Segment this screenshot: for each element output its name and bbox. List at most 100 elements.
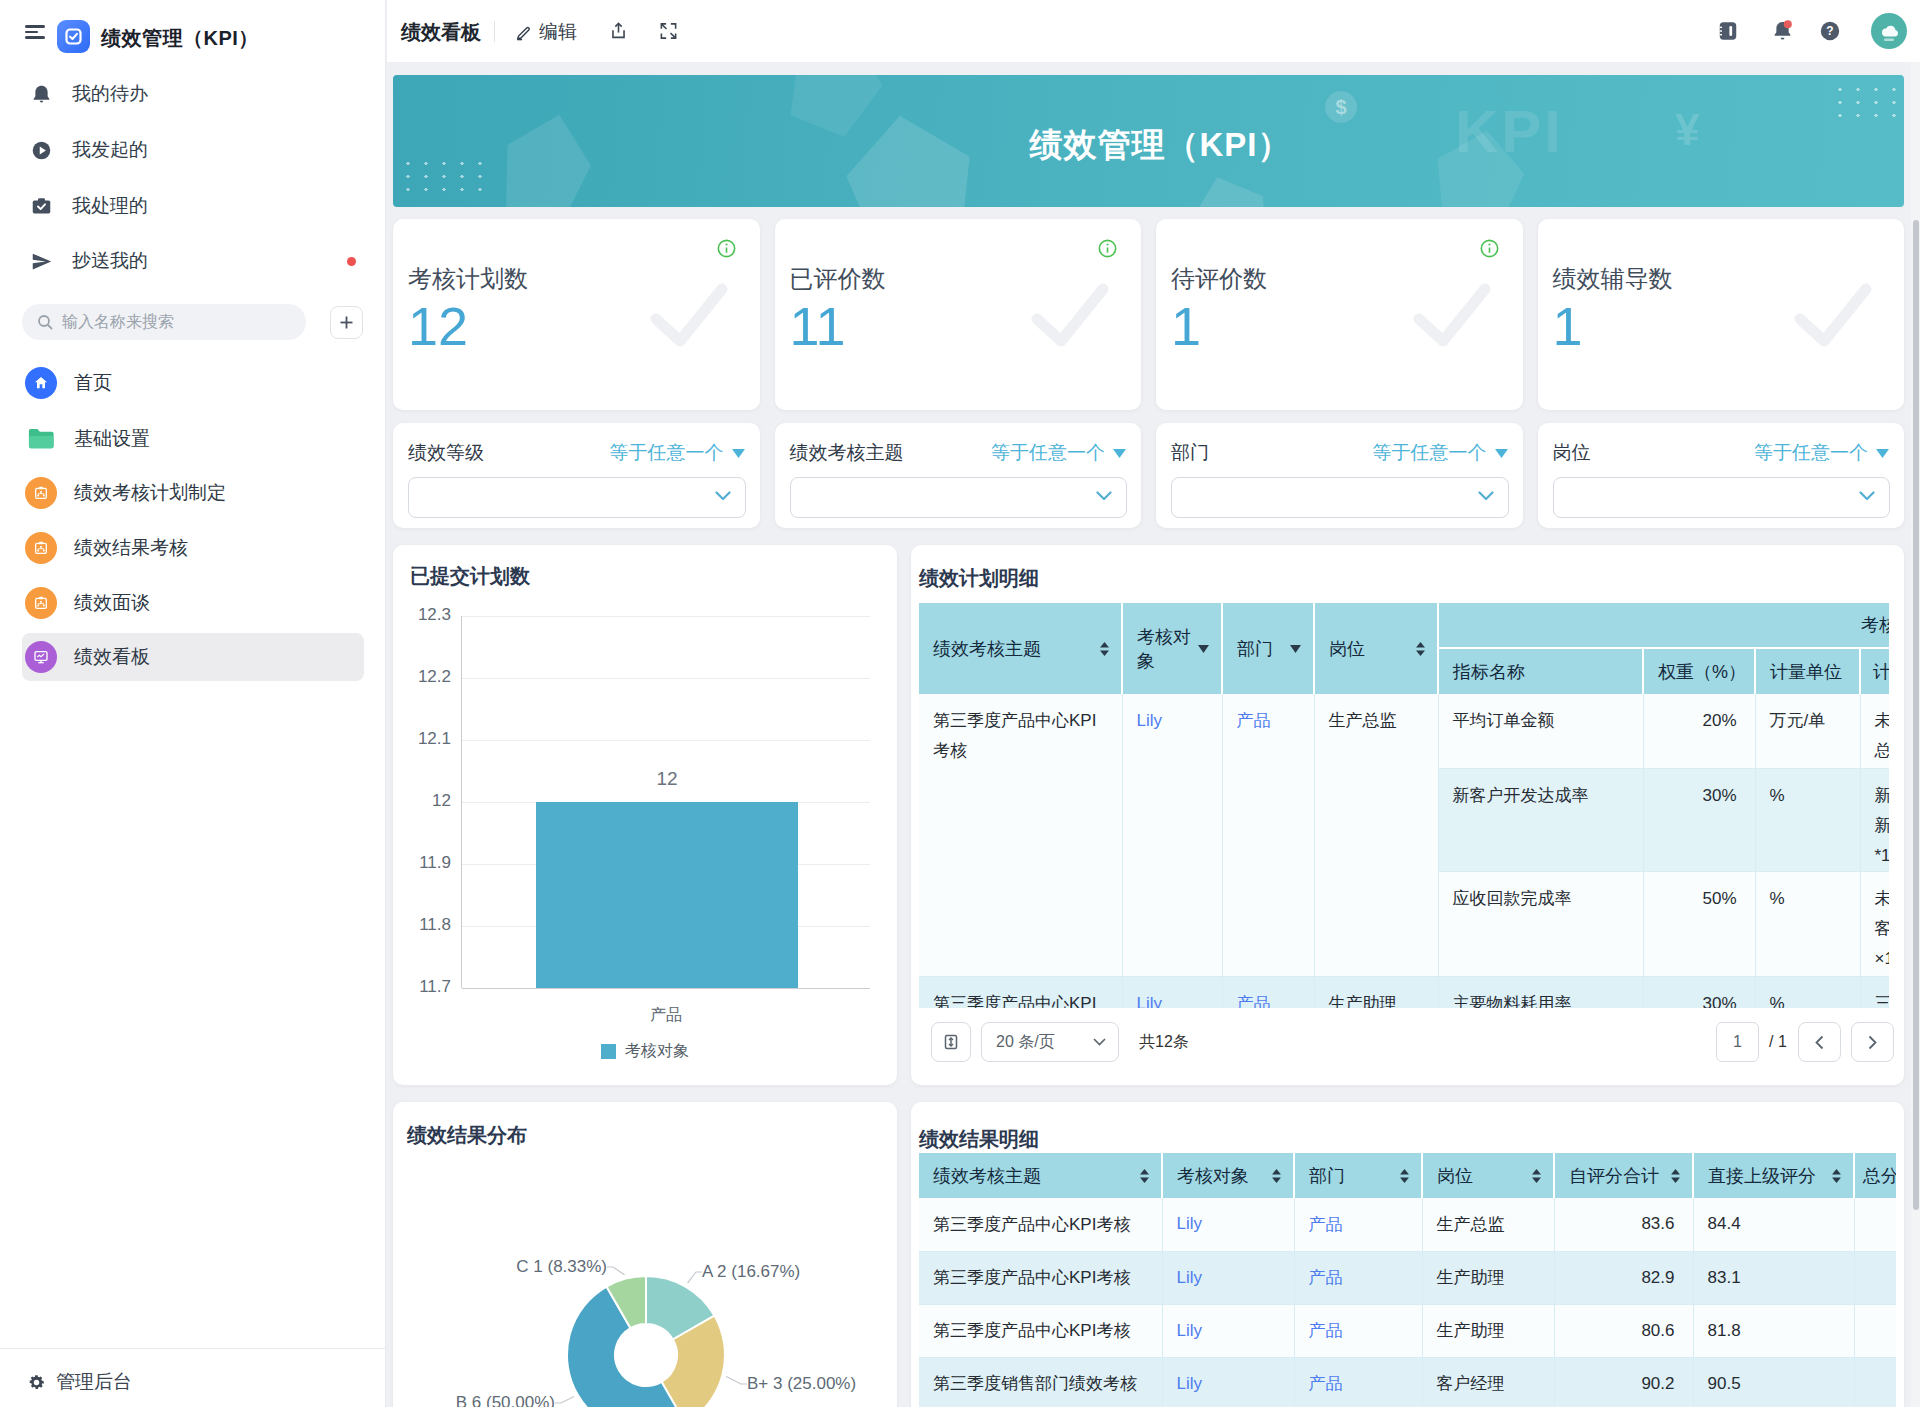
sidebar-item-my-processed[interactable]: 我处理的 [0, 186, 386, 226]
cell-target-link[interactable]: Lily [1122, 694, 1222, 976]
filter-operator[interactable]: 等于任意一个 [1373, 440, 1508, 466]
table-row[interactable]: 第三季度产品中心KPI Lily 产品 生产助理 主要物料耗用率 30% % 三… [919, 976, 1889, 1008]
cell-post: 生产总监 [1314, 694, 1438, 976]
cell-dept-link[interactable]: 产品 [1294, 1198, 1422, 1251]
sort-icon[interactable] [1272, 1169, 1281, 1183]
info-icon[interactable] [1098, 239, 1117, 258]
info-icon[interactable] [717, 239, 736, 258]
share-icon[interactable] [609, 21, 628, 45]
dollar-watermark: $ [1325, 91, 1357, 123]
chevron-down-icon [1859, 491, 1875, 501]
sidebar-item-basic-settings[interactable]: 基础设置 [22, 415, 364, 463]
filter-label: 绩效等级 [408, 440, 484, 466]
pagination-jump-button[interactable] [931, 1022, 971, 1062]
filter-select[interactable] [408, 477, 746, 518]
table-row[interactable]: 第三季度产品中心KPI考核 Lily 产品 生产助理 82.9 83.1 [919, 1251, 1896, 1304]
search-input[interactable]: 输入名称来搜索 [22, 304, 306, 340]
caret-down-icon [1113, 449, 1126, 458]
cell-formula: 未收回款额/ 客户应收额 ×100% [1860, 871, 1889, 976]
scrollbar-thumb[interactable] [1913, 220, 1919, 1210]
cell-theme: 第三季度产品中心KPI考核 [919, 1251, 1162, 1304]
cell-metric: 平均订单金额 [1438, 694, 1643, 768]
fullscreen-icon[interactable] [659, 21, 678, 45]
sort-icon[interactable] [1416, 642, 1425, 656]
table-row[interactable]: 第三季度产品中心KPI考核 Lily 产品 生产助理 80.6 81.8 [919, 1304, 1896, 1357]
sort-icon[interactable] [1140, 1169, 1149, 1183]
cell-target-link[interactable]: Lily [1162, 1357, 1294, 1407]
y-tick-label: 11.8 [393, 915, 451, 935]
stat-label: 待评价数 [1171, 263, 1267, 295]
sort-icon[interactable] [1832, 1169, 1841, 1183]
add-button[interactable] [330, 306, 363, 339]
avatar[interactable] [1871, 13, 1907, 53]
chevron-down-icon [1478, 491, 1494, 501]
cell-dept-link[interactable]: 产品 [1222, 694, 1314, 976]
sidebar-item-home[interactable]: 首页 [22, 359, 364, 407]
page-size-select[interactable]: 20 条/页 [981, 1022, 1119, 1062]
col-header: 自评分合计 [1569, 1164, 1659, 1188]
cell-target-link[interactable]: Lily [1162, 1251, 1294, 1304]
table-row[interactable]: 第三季度产品中心KPI考核 Lily 产品 生产总监 平均订单金额 20% 万元… [919, 694, 1889, 768]
page-tab[interactable]: 绩效看板 [401, 19, 481, 46]
notification-bell-icon[interactable] [1771, 19, 1794, 46]
filter-icon[interactable] [1290, 645, 1301, 653]
menu-toggle-icon[interactable] [25, 25, 45, 39]
sort-icon[interactable] [1532, 1169, 1541, 1183]
sidebar-item-label: 基础设置 [74, 426, 150, 452]
filter-select[interactable] [1553, 477, 1891, 518]
y-tick-label: 11.7 [393, 977, 451, 997]
sidebar-item-dashboard[interactable]: 绩效看板 [22, 633, 364, 681]
caret-down-icon [1495, 449, 1508, 458]
filter-select[interactable] [1171, 477, 1509, 518]
cell-target-link[interactable]: Lily [1162, 1304, 1294, 1357]
page-input[interactable]: 1 [1716, 1022, 1759, 1062]
prev-page-button[interactable] [1798, 1022, 1841, 1062]
check-watermark [1029, 281, 1111, 353]
table-row[interactable]: 第三季度产品中心KPI考核 Lily 产品 生产总监 83.6 84.4 [919, 1198, 1896, 1251]
filter-operator[interactable]: 等于任意一个 [610, 440, 745, 466]
sort-icon[interactable] [1100, 642, 1109, 656]
table-row[interactable]: 第三季度销售部门绩效考核 Lily 产品 客户经理 90.2 90.5 [919, 1357, 1896, 1407]
filter-select[interactable] [790, 477, 1128, 518]
col-header: 考核对象 [1177, 1164, 1249, 1188]
cell-dept-link[interactable]: 产品 [1222, 976, 1314, 1008]
sidebar-item-admin[interactable]: 管理后台 [27, 1362, 132, 1402]
sort-icon[interactable] [1400, 1169, 1409, 1183]
sidebar-item-label: 绩效考核计划制定 [74, 480, 226, 506]
cell-dept-link[interactable]: 产品 [1294, 1304, 1422, 1357]
sidebar-item-label: 抄送我的 [72, 248, 148, 274]
page: 绩效管理（KPI） 我的待办 我发起的 我处理的 抄送我的 输入名称来搜索 [0, 0, 1920, 1407]
sort-icon[interactable] [1671, 1169, 1680, 1183]
filter-icon[interactable] [1198, 645, 1209, 653]
sidebar-item-interview[interactable]: 绩效面谈 [22, 579, 364, 627]
pie-label: B+ 3 (25.00%) [747, 1374, 856, 1393]
help-icon[interactable]: ? [1819, 20, 1841, 46]
filter-operator[interactable]: 等于任意一个 [1754, 440, 1889, 466]
cell-target-link[interactable]: Lily [1122, 976, 1222, 1008]
scrollbar-track[interactable] [1911, 62, 1920, 1407]
table-title: 绩效结果明细 [919, 1126, 1039, 1153]
cell-super-score: 83.1 [1693, 1251, 1854, 1304]
pie-chart[interactable]: A 2 (16.67%)B+ 3 (25.00%)B 6 (50.00%)C 1… [393, 1102, 897, 1407]
sidebar-item-my-todo[interactable]: 我的待办 [0, 74, 386, 114]
sidebar-item-plan-making[interactable]: 绩效考核计划制定 [22, 469, 364, 517]
cell-post: 客户经理 [1422, 1357, 1554, 1407]
sidebar-item-result-assess[interactable]: 绩效结果考核 [22, 524, 364, 572]
chart-legend[interactable]: 考核对象 [393, 1041, 897, 1062]
cell-target-link[interactable]: Lily [1162, 1198, 1294, 1251]
sidebar-item-my-initiated[interactable]: 我发起的 [0, 130, 386, 170]
edit-button[interactable]: 编辑 [515, 19, 577, 45]
cell-dept-link[interactable]: 产品 [1294, 1251, 1422, 1304]
app-title: 绩效管理（KPI） [101, 25, 259, 52]
sidebar-item-cc-me[interactable]: 抄送我的 [0, 241, 386, 281]
search-icon [37, 314, 53, 330]
cell-unit: 万元/单 [1755, 694, 1860, 768]
sidebar-footer-label: 管理后台 [56, 1369, 132, 1395]
info-icon[interactable] [1480, 239, 1499, 258]
next-page-button[interactable] [1851, 1022, 1894, 1062]
filter-operator[interactable]: 等于任意一个 [991, 440, 1126, 466]
bar[interactable] [536, 802, 798, 988]
chevron-down-icon [715, 491, 731, 501]
workspace-icon[interactable] [1717, 20, 1739, 46]
cell-dept-link[interactable]: 产品 [1294, 1357, 1422, 1407]
